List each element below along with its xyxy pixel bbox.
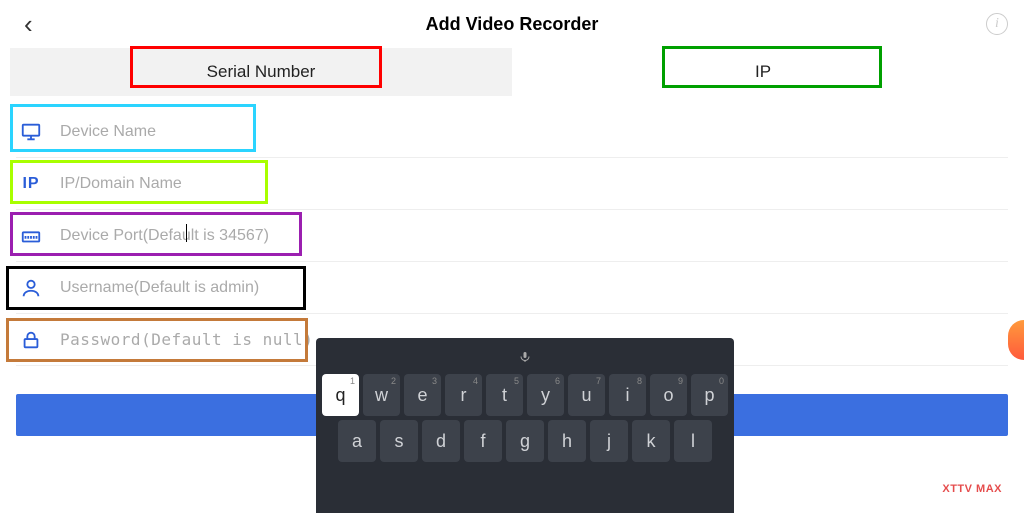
key-superscript: 2 bbox=[391, 376, 396, 386]
key-p[interactable]: p0 bbox=[691, 374, 728, 416]
key-superscript: 5 bbox=[514, 376, 519, 386]
key-i[interactable]: i8 bbox=[609, 374, 646, 416]
key-d[interactable]: d bbox=[422, 420, 460, 462]
key-e[interactable]: e3 bbox=[404, 374, 441, 416]
key-h[interactable]: h bbox=[548, 420, 586, 462]
back-button[interactable]: ‹ bbox=[16, 5, 41, 44]
key-r[interactable]: r4 bbox=[445, 374, 482, 416]
watermark: XTTV MAX bbox=[942, 483, 1002, 495]
key-g[interactable]: g bbox=[506, 420, 544, 462]
form: IP bbox=[0, 96, 1024, 366]
ip-domain-row: IP bbox=[16, 158, 1008, 210]
tab-ip[interactable]: IP bbox=[512, 48, 1014, 96]
ip-icon: IP bbox=[16, 169, 46, 199]
key-t[interactable]: t5 bbox=[486, 374, 523, 416]
lock-icon bbox=[16, 325, 46, 355]
key-a[interactable]: a bbox=[338, 420, 376, 462]
text-cursor bbox=[186, 224, 187, 242]
key-superscript: 0 bbox=[719, 376, 724, 386]
tab-serial-number[interactable]: Serial Number bbox=[10, 48, 512, 96]
info-button[interactable]: i bbox=[986, 13, 1008, 35]
device-name-input[interactable] bbox=[60, 123, 1008, 141]
keyboard-row-3 bbox=[322, 466, 728, 496]
key-q[interactable]: q1 bbox=[322, 374, 359, 416]
key-w[interactable]: w2 bbox=[363, 374, 400, 416]
key-superscript: 8 bbox=[637, 376, 642, 386]
highlight-box bbox=[662, 46, 882, 88]
tab-label: Serial Number bbox=[207, 62, 316, 82]
key-superscript: 4 bbox=[473, 376, 478, 386]
page-title: Add Video Recorder bbox=[426, 14, 599, 35]
device-port-row bbox=[16, 210, 1008, 262]
key-u[interactable]: u7 bbox=[568, 374, 605, 416]
key-superscript: 6 bbox=[555, 376, 560, 386]
user-icon bbox=[16, 273, 46, 303]
device-port-input[interactable] bbox=[60, 227, 1008, 245]
ip-domain-input[interactable] bbox=[60, 175, 1008, 193]
device-name-row bbox=[16, 106, 1008, 158]
keyboard-row-2: asdfghjkl bbox=[322, 420, 728, 462]
mic-bar[interactable] bbox=[322, 346, 728, 368]
key-superscript: 1 bbox=[350, 376, 355, 386]
key-y[interactable]: y6 bbox=[527, 374, 564, 416]
key-f[interactable]: f bbox=[464, 420, 502, 462]
username-input[interactable] bbox=[60, 279, 1008, 297]
key-superscript: 3 bbox=[432, 376, 437, 386]
keyboard-row-1: q1w2e3r4t5y6u7i8o9p0 bbox=[322, 374, 728, 416]
port-icon bbox=[16, 221, 46, 251]
key-superscript: 7 bbox=[596, 376, 601, 386]
monitor-icon bbox=[16, 117, 46, 147]
tab-label: IP bbox=[755, 62, 771, 82]
username-row bbox=[16, 262, 1008, 314]
key-s[interactable]: s bbox=[380, 420, 418, 462]
key-superscript: 9 bbox=[678, 376, 683, 386]
keyboard: q1w2e3r4t5y6u7i8o9p0 asdfghjkl bbox=[316, 338, 734, 513]
tabs: Serial Number IP bbox=[10, 48, 1014, 96]
key-k[interactable]: k bbox=[632, 420, 670, 462]
key-j[interactable]: j bbox=[590, 420, 628, 462]
key-o[interactable]: o9 bbox=[650, 374, 687, 416]
key-l[interactable]: l bbox=[674, 420, 712, 462]
